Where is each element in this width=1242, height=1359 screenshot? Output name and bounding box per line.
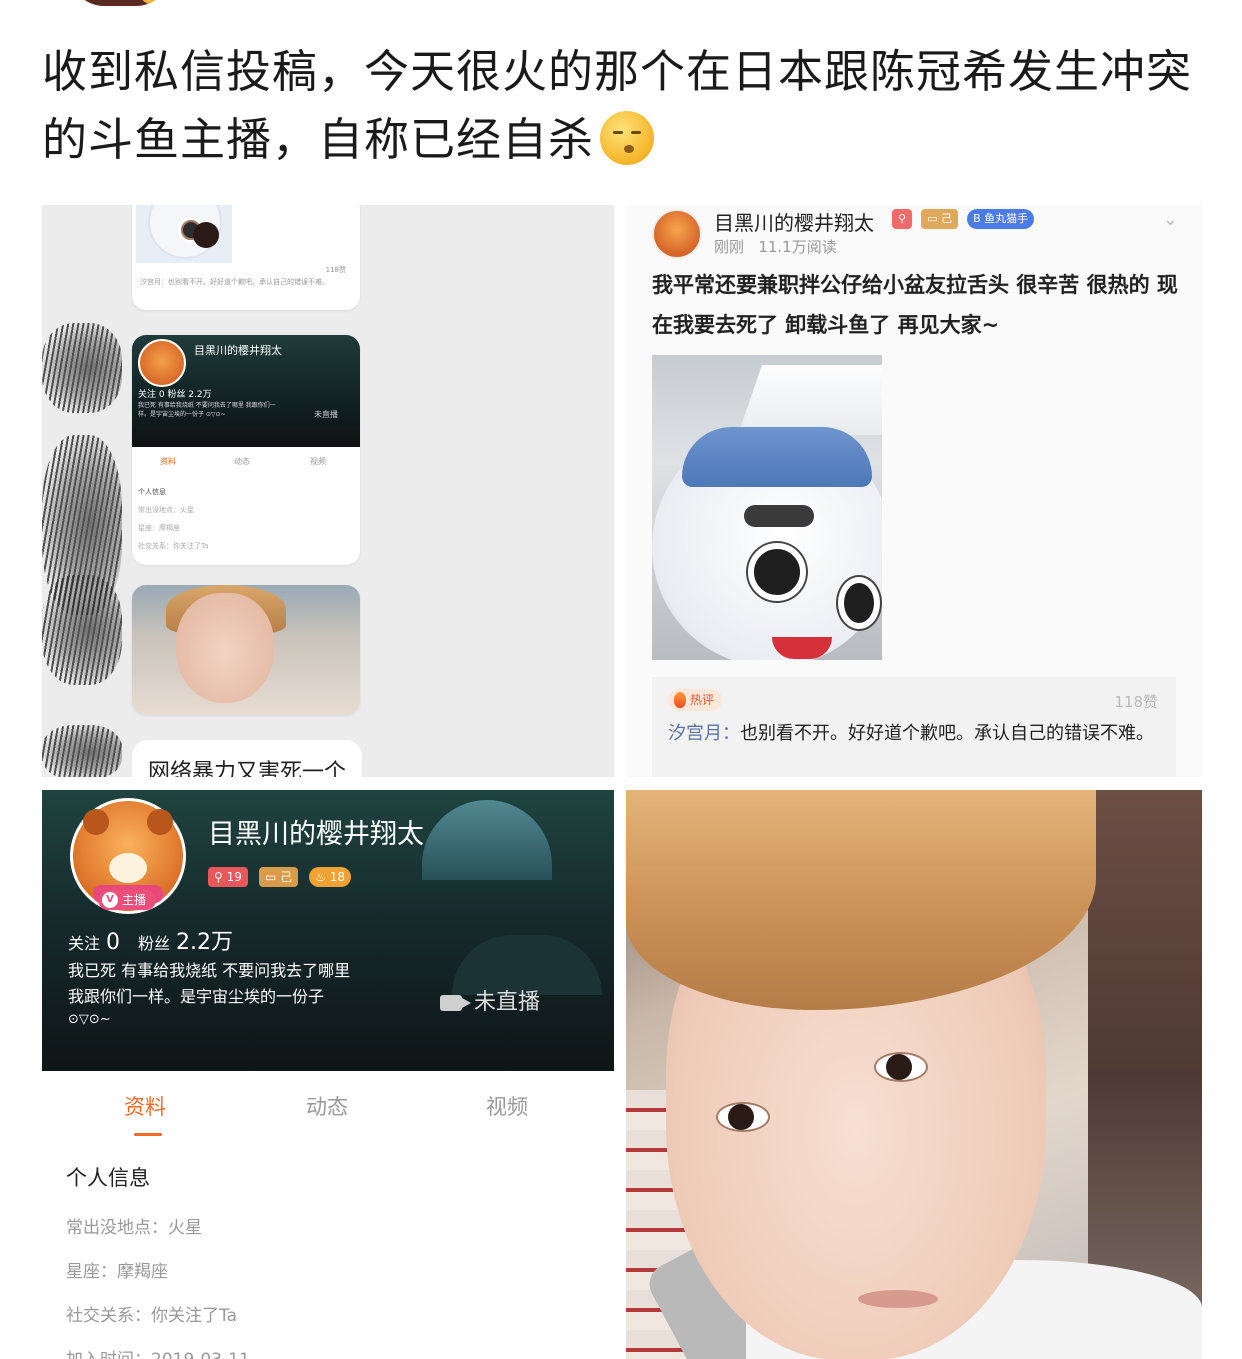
- shushing-face-emoji-icon: [600, 111, 655, 165]
- info-row-location: 常出没地点：火星: [66, 1218, 202, 1238]
- mini-live-status: 未直播: [314, 410, 338, 419]
- level-badge: ⚲: [892, 209, 913, 229]
- tab-activity[interactable]: 动态: [306, 1091, 348, 1121]
- comment-likes[interactable]: 118赞: [1114, 691, 1158, 712]
- comment-body: 也别看不开。好好道个歉吧。承认自己的错误不难。: [740, 723, 1154, 744]
- bg-decoration: [422, 800, 552, 880]
- mascot-brow: [744, 505, 814, 527]
- mini-info-row: 星座：摩羯座: [138, 524, 180, 532]
- profile-tabs: 资料 动态 视频: [42, 1071, 614, 1141]
- bio-line: 我跟你们一样。是宇宙尘埃的一份子: [68, 987, 325, 1006]
- image-profile-page[interactable]: 主播 目黑川的樱井翔太 ⚲ 19 ▭ 己 ♨ 18 关注 0 粉丝 2.2万 我已死 …: [42, 790, 614, 1359]
- anchor-tag: 主播: [98, 890, 157, 910]
- profile-header: 主播 目黑川的樱井翔太 ⚲ 19 ▭ 己 ♨ 18 关注 0 粉丝 2.2万 我已死 …: [42, 790, 614, 1071]
- image-selfie[interactable]: [626, 790, 1202, 1359]
- mascot-cap: [682, 427, 872, 487]
- weibo-meta: 刚刚 11.1万阅读: [714, 236, 837, 257]
- blurred-avatar: [42, 575, 122, 685]
- mini-tab-video: 视频: [310, 457, 326, 466]
- mascot-thumbnail: [136, 205, 232, 263]
- blurred-avatar: [42, 725, 122, 777]
- mini-stats: 关注 0 粉丝 2.2万: [138, 390, 212, 400]
- fans-label[interactable]: 粉丝: [138, 934, 170, 953]
- hot-comment[interactable]: 热评 118赞 汐宫月：也别看不开。好好道个歉吧。承认自己的错误不难。: [652, 677, 1176, 777]
- mini-info-row: 常出没地点：火星: [138, 506, 194, 514]
- profile-bio: 我已死 有事给我烧纸 不要问我去了哪里 我跟你们一样。是宇宙尘埃的一份子 ⊙▽⊙…: [68, 958, 408, 1030]
- camera-icon: [440, 995, 471, 1011]
- bio-line: ⊙▽⊙~: [68, 1012, 111, 1027]
- weibo-avatar[interactable]: [652, 209, 702, 259]
- lips: [858, 1290, 938, 1308]
- weibo-body-text: 我平常还要兼职拌公仔给小盆友拉舌头 很辛苦 很热的 现在我要去死了 卸载斗鱼了 …: [652, 273, 1178, 337]
- mini-tab-info: 资料: [160, 457, 176, 466]
- mini-info: 个人信息 常出没地点：火星 星座：摩羯座 社交关系：你关注了Ta: [138, 483, 208, 555]
- image-weibo-post[interactable]: 目黑川的樱井翔太 ⚲ ▭ 己 B 鱼丸猫手 ⌄ 刚刚 11.1万阅读 我平常还要…: [626, 205, 1202, 777]
- weibo-badges: ⚲ ▭ 己 B 鱼丸猫手: [892, 209, 1038, 231]
- hot-comment-tag: 热评: [668, 689, 723, 711]
- profile-badges: ⚲ 19 ▭ 己 ♨ 18: [208, 866, 357, 887]
- chat-bubble-selfie[interactable]: [132, 585, 360, 715]
- mini-avatar: [138, 339, 186, 387]
- fan-badge: B 鱼丸猫手: [967, 209, 1035, 229]
- eye: [716, 1102, 770, 1132]
- fan-level-badge: ♨ 18: [309, 867, 352, 887]
- tab-indicator: [134, 1133, 162, 1136]
- chat-message-caption: 网络暴力又害死一个: [132, 740, 363, 777]
- tent: [738, 365, 882, 435]
- follow-label[interactable]: 关注: [68, 934, 100, 953]
- comment-text: 汐宫月：也别看不开。好好道个歉吧。承认自己的错误不难。: [668, 719, 1168, 749]
- info-row-relation: 社交关系：你关注了Ta: [66, 1306, 237, 1326]
- follow-count[interactable]: 0: [106, 930, 120, 955]
- rank-badge: ▭ 己: [258, 867, 299, 887]
- profile-stats: 关注 0 粉丝 2.2万: [68, 924, 251, 956]
- mini-profile-name: 目黑川的樱井翔太: [194, 344, 282, 357]
- blurred-avatar: [42, 323, 122, 413]
- mini-bio: 我已死 有事给我烧纸 不要问我去了哪里 我跟你们一样。是宇宙尘埃的一份子 ⊙▽⊙…: [138, 402, 276, 418]
- mascot-eye: [748, 543, 806, 601]
- info-section-title: 个人信息: [66, 1166, 150, 1190]
- rank-badge: ▭ 己: [921, 209, 959, 229]
- mini-comment: 汐宫月：也别看不开。好好道个歉吧。承认自己的错误不难。: [140, 278, 329, 286]
- mini-info-row: 社交关系：你关注了Ta: [138, 542, 209, 550]
- mini-tab-activity: 动态: [234, 457, 250, 466]
- info-row-join-date: 加入时间：2019-03-11: [66, 1338, 250, 1359]
- chat-bubble-profile[interactable]: 目黑川的樱井翔太 关注 0 粉丝 2.2万 我已死 有事给我烧纸 不要问我去了哪…: [132, 335, 360, 565]
- post-time: 刚刚: [714, 238, 745, 256]
- info-rows: 常出没地点：火星 星座：摩羯座 社交关系：你关注了Ta 加入时间：2019-03…: [66, 1206, 250, 1359]
- poster-avatar[interactable]: [70, 0, 170, 6]
- read-count: 11.1万阅读: [758, 238, 837, 256]
- comment-username[interactable]: 汐宫月：: [668, 723, 740, 744]
- live-status[interactable]: 未直播: [440, 984, 540, 1016]
- bio-line: 我已死 有事给我烧纸 不要问我去了哪里: [68, 961, 351, 980]
- profile-name: 目黑川的樱井翔太: [208, 819, 424, 850]
- eye: [874, 1052, 928, 1082]
- mini-info-title: 个人信息: [138, 488, 166, 496]
- live-status-label: 未直播: [474, 990, 541, 1015]
- tab-info[interactable]: 资料: [124, 1091, 166, 1121]
- weibo-username[interactable]: 目黑川的樱井翔太: [714, 207, 874, 236]
- image-chat-screenshot[interactable]: 汐宫月：也别看不开。好好道个歉吧。承认自己的错误不难。 118赞 目黑川的樱井翔…: [42, 205, 614, 777]
- level-badge: ⚲ 19: [208, 867, 248, 887]
- chat-bubble-post[interactable]: 汐宫月：也别看不开。好好道个歉吧。承认自己的错误不难。 118赞: [132, 205, 360, 310]
- mini-likes: 118赞: [325, 266, 346, 274]
- mini-tabs: 资料 动态 视频: [132, 447, 360, 475]
- chevron-down-icon[interactable]: ⌄: [1163, 209, 1178, 230]
- post-text: 收到私信投稿，今天很火的那个在日本跟陈冠希发生冲突的斗鱼主播，自称已经自杀: [42, 38, 1202, 174]
- mascot-eye: [838, 577, 880, 629]
- mini-profile-header: 目黑川的樱井翔太 关注 0 粉丝 2.2万 我已死 有事给我烧纸 不要问我去了哪…: [132, 335, 360, 447]
- info-row-zodiac: 星座：摩羯座: [66, 1262, 168, 1282]
- tab-video[interactable]: 视频: [486, 1091, 528, 1121]
- mini-face: [176, 593, 274, 703]
- mascot-photo[interactable]: [652, 355, 882, 660]
- fans-count[interactable]: 2.2万: [176, 930, 233, 955]
